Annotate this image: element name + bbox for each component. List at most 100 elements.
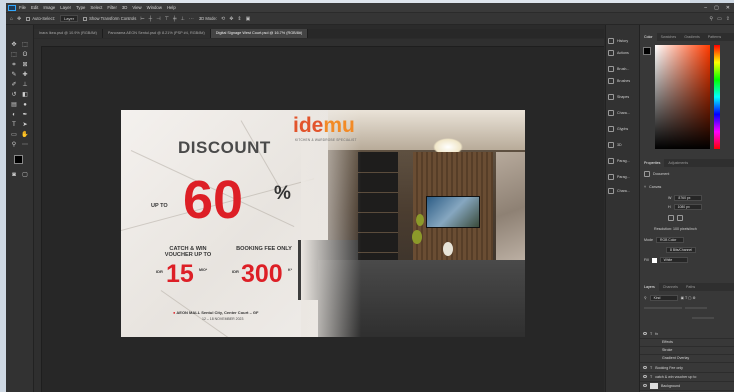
color-picker-field[interactable] bbox=[655, 45, 710, 149]
blend-mode-dropdown[interactable] bbox=[644, 307, 682, 309]
dock-3d[interactable]: 3D bbox=[608, 139, 638, 151]
dock-history[interactable]: History bbox=[608, 35, 638, 47]
filter-icons[interactable]: ▣ T ▢ ⚙ bbox=[681, 296, 696, 300]
menu-select[interactable]: Select bbox=[90, 5, 102, 10]
tab-panorama-aeon[interactable]: Panorama AEON Sentul.psd @ 8.21% (PSP #4… bbox=[102, 29, 211, 38]
tab-properties[interactable]: Properties bbox=[640, 159, 665, 167]
search-icon[interactable]: ⚲ bbox=[709, 16, 713, 22]
3d-video-icon[interactable]: ▣ bbox=[246, 16, 251, 22]
menu-type[interactable]: Type bbox=[76, 5, 85, 10]
menu-3d[interactable]: 3D bbox=[122, 5, 128, 10]
align-middle-icon[interactable]: ╪ bbox=[173, 16, 177, 22]
dock-brushes[interactable]: Brushes bbox=[608, 75, 638, 87]
pen-tool-icon[interactable]: ✒ bbox=[21, 111, 29, 119]
dock-glyphs[interactable]: Glyphs bbox=[608, 123, 638, 135]
document-canvas[interactable]: idemu KITCHEN & WARDROBE SPECIALIST DISC… bbox=[121, 110, 525, 337]
hue-slider[interactable] bbox=[714, 45, 720, 149]
more-options-icon[interactable]: ⋯ bbox=[189, 16, 194, 22]
height-field[interactable]: 1080 px bbox=[673, 204, 702, 210]
history-brush-icon[interactable]: ↺ bbox=[10, 91, 18, 99]
visibility-eye-icon[interactable] bbox=[643, 384, 647, 387]
photoshop-logo-icon[interactable] bbox=[8, 4, 16, 11]
crop-tool-icon[interactable]: ⌗ bbox=[10, 61, 18, 69]
portrait-icon[interactable] bbox=[668, 215, 674, 221]
edit-toolbar-icon[interactable]: ⋯ bbox=[21, 141, 29, 149]
healing-tool-icon[interactable]: ✚ bbox=[21, 71, 29, 79]
marquee-tool-icon[interactable]: ⬚ bbox=[10, 51, 18, 59]
minimize-icon[interactable]: – bbox=[704, 5, 707, 11]
quick-mask-icon[interactable]: ◙ bbox=[10, 171, 18, 179]
menu-edit[interactable]: Edit bbox=[31, 5, 38, 10]
home-icon[interactable]: ⌂ bbox=[10, 16, 13, 22]
move-tool-icon[interactable]: ✥ bbox=[10, 41, 18, 49]
auto-select-checkbox[interactable] bbox=[26, 16, 31, 21]
workspace-icon[interactable]: ▭ bbox=[717, 16, 722, 22]
dock-character[interactable]: Chara... bbox=[608, 107, 638, 119]
path-select-icon[interactable]: ➤ bbox=[21, 121, 29, 129]
dodge-tool-icon[interactable]: ◐ bbox=[10, 111, 18, 119]
layer-row[interactable]: Background bbox=[640, 381, 734, 391]
foreground-swatch[interactable] bbox=[643, 47, 651, 55]
tab-gradients[interactable]: Gradients bbox=[680, 33, 704, 41]
artboard-tool-icon[interactable]: ⬚ bbox=[21, 41, 29, 49]
screen-mode-icon[interactable]: ▢ bbox=[21, 171, 29, 179]
menu-file[interactable]: File bbox=[19, 5, 26, 10]
tab-channels[interactable]: Channels bbox=[659, 283, 682, 291]
tab-paths[interactable]: Paths bbox=[682, 283, 699, 291]
dock-paragraph[interactable]: Parag... bbox=[608, 155, 638, 167]
tab-swatches[interactable]: Swatches bbox=[657, 33, 681, 41]
canvas-section[interactable]: ˅ Canvas bbox=[644, 185, 661, 189]
menu-layer[interactable]: Layer bbox=[60, 5, 71, 10]
align-top-icon[interactable]: ⊤ bbox=[165, 16, 169, 22]
menu-view[interactable]: View bbox=[132, 5, 141, 10]
fill-opacity-field[interactable] bbox=[692, 317, 714, 319]
eyedropper-tool-icon[interactable]: ✎ bbox=[10, 71, 18, 79]
menu-image[interactable]: Image bbox=[43, 5, 55, 10]
maximize-icon[interactable]: ▢ bbox=[714, 5, 719, 11]
lasso-tool-icon[interactable]: ʘ bbox=[21, 51, 29, 59]
width-field[interactable]: 8760 px bbox=[674, 195, 703, 201]
dock-brush-settings[interactable]: Brush... bbox=[608, 63, 638, 75]
tab-patterns[interactable]: Patterns bbox=[704, 33, 725, 41]
layer-kind-dropdown[interactable]: Kind bbox=[649, 295, 678, 301]
tab-inara-ikea[interactable]: Inara Ikea.psd @ 10.9% (RGB/8#) bbox=[34, 29, 103, 38]
move-tool-icon[interactable]: ✥ bbox=[17, 16, 21, 22]
transform-controls-option[interactable]: Show Transform Controls bbox=[83, 16, 136, 21]
layer-effect-row[interactable]: Gradient Overlay bbox=[640, 354, 734, 363]
align-right-icon[interactable]: ⊣ bbox=[156, 16, 160, 22]
blur-tool-icon[interactable]: ● bbox=[21, 101, 29, 109]
zoom-tool-icon[interactable]: ⚲ bbox=[10, 141, 18, 149]
visibility-eye-icon[interactable] bbox=[643, 332, 647, 335]
frame-tool-icon[interactable]: ⊠ bbox=[21, 61, 29, 69]
dock-actions[interactable]: Actions bbox=[608, 47, 638, 59]
dock-character-styles[interactable]: Chara... bbox=[608, 185, 638, 197]
visibility-eye-icon[interactable] bbox=[643, 366, 647, 369]
eraser-tool-icon[interactable]: ◧ bbox=[21, 91, 29, 99]
3d-rotate-icon[interactable]: ⟲ bbox=[221, 16, 225, 22]
fill-dropdown[interactable]: White bbox=[659, 257, 688, 263]
foreground-color-swatch[interactable] bbox=[14, 155, 23, 164]
hand-tool-icon[interactable]: ✋ bbox=[21, 131, 29, 139]
share-icon[interactable]: ⇪ bbox=[726, 16, 730, 22]
type-tool-icon[interactable]: T bbox=[10, 121, 18, 129]
menu-help[interactable]: Help bbox=[167, 5, 176, 10]
depth-dropdown[interactable]: 8 Bits/Channel bbox=[666, 247, 697, 253]
align-center-icon[interactable]: ┼ bbox=[149, 16, 153, 22]
menu-filter[interactable]: Filter bbox=[107, 5, 117, 10]
dock-paragraph-styles[interactable]: Parag... bbox=[608, 171, 638, 183]
menu-window[interactable]: Window bbox=[147, 5, 162, 10]
visibility-eye-icon[interactable] bbox=[643, 375, 647, 378]
landscape-icon[interactable] bbox=[677, 215, 683, 221]
align-bottom-icon[interactable]: ⊥ bbox=[180, 16, 184, 22]
transform-controls-checkbox[interactable] bbox=[83, 16, 88, 21]
auto-select-option[interactable]: Auto-Select: bbox=[26, 16, 55, 21]
tab-digital-signage[interactable]: Digital Signage West Court.psd @ 16.7% (… bbox=[210, 29, 309, 38]
opacity-field[interactable] bbox=[685, 307, 707, 309]
3d-slide-icon[interactable]: ⇕ bbox=[237, 16, 241, 22]
3d-pan-icon[interactable]: ✥ bbox=[229, 16, 233, 22]
brush-tool-icon[interactable]: ✐ bbox=[10, 81, 18, 89]
rectangle-tool-icon[interactable]: ▭ bbox=[10, 131, 18, 139]
stamp-tool-icon[interactable]: ⊥ bbox=[21, 81, 29, 89]
close-icon[interactable]: ✕ bbox=[726, 5, 730, 11]
fill-color-swatch[interactable] bbox=[651, 257, 657, 263]
